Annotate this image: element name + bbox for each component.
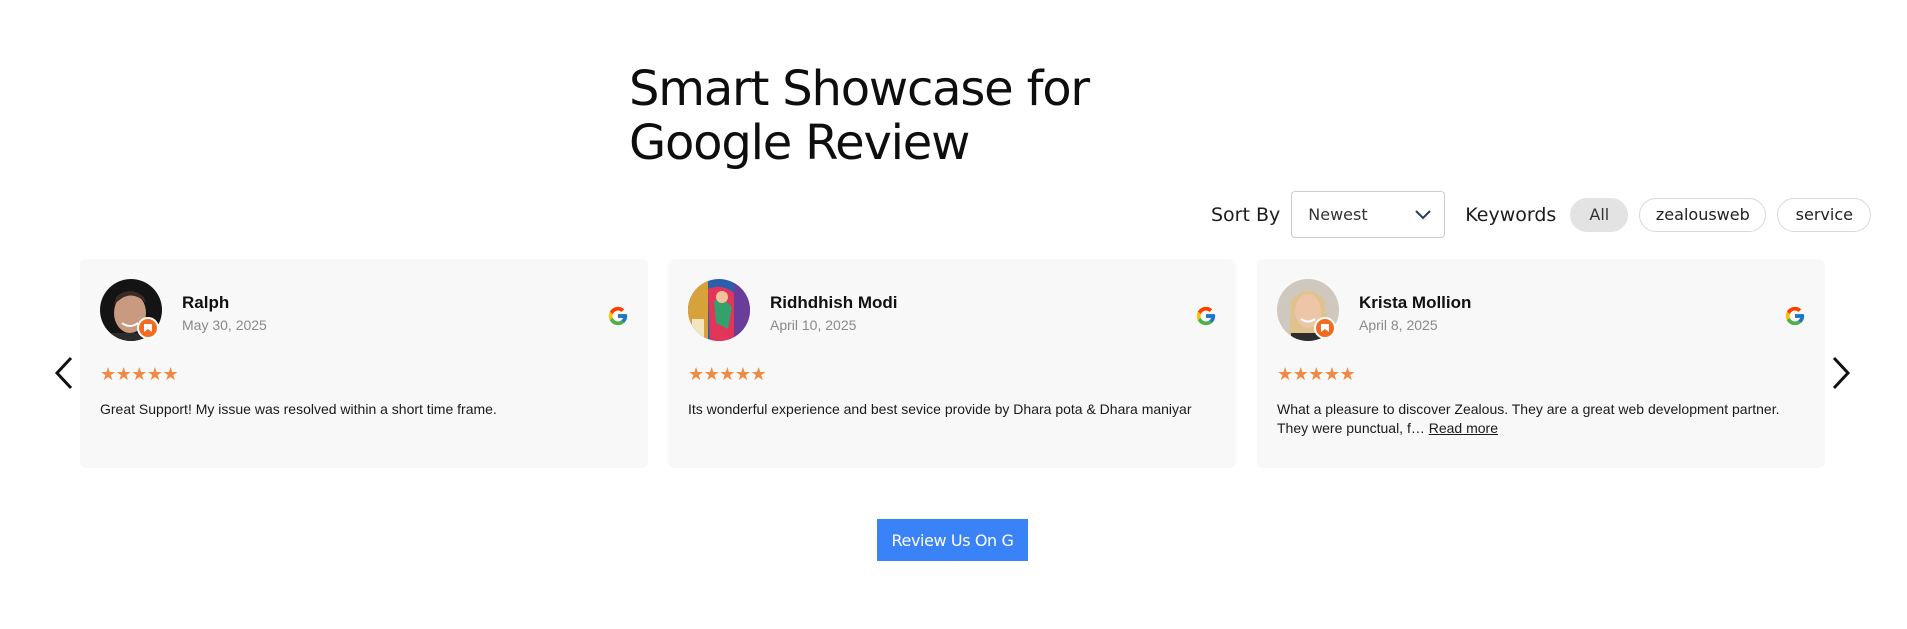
local-guide-badge-icon xyxy=(1314,317,1336,339)
read-more-link[interactable]: Read more xyxy=(1429,420,1498,436)
sort-select[interactable]: Newest xyxy=(1291,191,1446,238)
google-icon xyxy=(1196,306,1216,326)
review-date: April 8, 2025 xyxy=(1359,317,1438,333)
reviewer-name: Ralph xyxy=(182,293,230,312)
local-guide-badge-icon xyxy=(137,317,159,339)
review-body: Great Support! My issue was resolved wit… xyxy=(100,401,497,417)
filter-controls: Sort By Newest Keywords All zealousweb s… xyxy=(1211,191,1872,238)
avatar xyxy=(1277,279,1339,341)
reviewer-name: Krista Mollion xyxy=(1359,293,1472,312)
review-date: May 30, 2025 xyxy=(182,317,267,333)
chevron-right-icon[interactable] xyxy=(1829,353,1853,393)
avatar xyxy=(100,279,162,341)
star-rating: ★★★★★ xyxy=(688,364,767,384)
chevron-left-icon[interactable] xyxy=(52,353,76,393)
review-text: What a pleasure to discover Zealous. The… xyxy=(1277,400,1807,438)
page-title-line-2: Google Review xyxy=(629,115,970,171)
google-icon xyxy=(608,306,628,326)
review-text: Great Support! My issue was resolved wit… xyxy=(100,400,630,419)
review-text: Its wonderful experience and best sevice… xyxy=(688,400,1218,419)
keywords-label: Keywords xyxy=(1465,203,1557,226)
keyword-chip-zealousweb[interactable]: zealousweb xyxy=(1639,197,1767,232)
star-rating: ★★★★★ xyxy=(100,364,179,384)
keyword-chip-all[interactable]: All xyxy=(1570,197,1629,232)
star-rating: ★★★★★ xyxy=(1277,364,1356,384)
sort-selected-value: Newest xyxy=(1308,205,1368,224)
review-card: Krista Mollion April 8, 2025 ★★★★★ What … xyxy=(1257,259,1825,468)
reviewer-name: Ridhdhish Modi xyxy=(770,293,898,312)
review-body: What a pleasure to discover Zealous. The… xyxy=(1277,401,1780,436)
sort-by-label: Sort By xyxy=(1211,203,1281,226)
review-body: Its wonderful experience and best sevice… xyxy=(688,401,1192,417)
keyword-chip-service[interactable]: service xyxy=(1777,197,1872,232)
review-us-button[interactable]: Review Us On G xyxy=(877,519,1028,561)
page-title: Smart Showcase for Google Review xyxy=(629,62,1149,170)
review-card: Ralph May 30, 2025 ★★★★★ Great Support! … xyxy=(80,259,648,468)
review-date: April 10, 2025 xyxy=(770,317,857,333)
avatar xyxy=(688,279,750,341)
google-icon xyxy=(1785,306,1805,326)
chevron-down-icon xyxy=(1415,209,1431,219)
page-title-line-1: Smart Showcase for xyxy=(629,61,1090,117)
review-card: Ridhdhish Modi April 10, 2025 ★★★★★ Its … xyxy=(668,259,1236,468)
